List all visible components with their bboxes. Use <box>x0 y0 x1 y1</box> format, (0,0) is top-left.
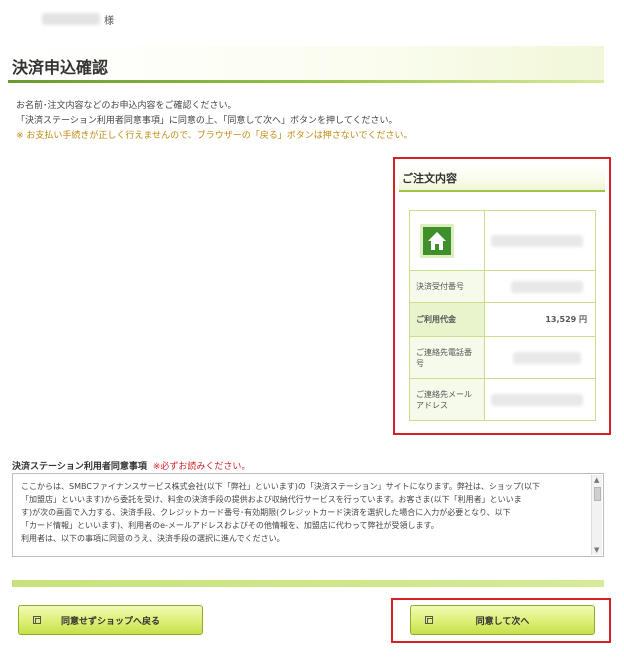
intro-line-1: お名前･注文内容などのお申込内容をご確認ください。 <box>16 101 237 111</box>
receipt-number-row: 決済受付番号 <box>409 270 596 303</box>
page-title-bar: 決済申込確認 <box>8 46 604 82</box>
terms-scrollbar[interactable]: ▲ ▼ <box>591 475 602 555</box>
phone-row: ご連絡先電話番号 <box>409 336 596 379</box>
order-summary-header: ご注文内容 <box>399 164 605 192</box>
order-summary-title: ご注文内容 <box>402 172 457 185</box>
button-square-icon <box>425 616 433 624</box>
must-read-note: ※必ずお読みください。 <box>152 462 251 472</box>
terms-line: 利用者は、以下の事項に同意のうえ、決済手段の選択に進んでください。 <box>21 534 285 543</box>
email-value <box>484 378 596 421</box>
title-underline <box>8 80 604 83</box>
bottom-divider <box>12 580 604 587</box>
user-name-redacted <box>42 13 100 25</box>
amount-label: ご利用代金 <box>409 302 485 337</box>
agreement-title: 決済ステーション利用者同意事項 <box>12 462 147 472</box>
user-name-area: 様 <box>42 11 114 27</box>
receipt-number-redacted <box>511 280 583 293</box>
page-title: 決済申込確認 <box>12 58 109 77</box>
shop-logo-cell <box>409 210 485 271</box>
terms-line: す)が次の画面で入力する、決済手段、クレジットカード番号･有効期限(クレジットカ… <box>21 508 511 517</box>
email-row: ご連絡先メールアドレス <box>409 378 596 421</box>
shop-name-redacted <box>491 234 583 247</box>
intro-text: お名前･注文内容などのお申込内容をご確認ください。 「決済ステーション利用者同意… <box>16 99 413 144</box>
home-icon <box>420 223 454 258</box>
honorific: 様 <box>104 15 114 27</box>
phone-label: ご連絡先電話番号 <box>409 336 485 379</box>
receipt-number-value <box>484 270 596 303</box>
amount-value: 13,529 円 <box>484 302 596 337</box>
scroll-down-icon[interactable]: ▼ <box>594 546 599 554</box>
terms-textbox[interactable]: ここからは、SMBCファイナンスサービス株式会社(以下「弊社」といいます)の「決… <box>12 473 604 557</box>
terms-text: ここからは、SMBCファイナンスサービス株式会社(以下「弊社」といいます)の「決… <box>21 480 586 545</box>
agree-and-next-button[interactable]: 同意して次へ <box>410 605 595 635</box>
agreement-heading: 決済ステーション利用者同意事項 ※必ずお読みください。 <box>12 459 250 472</box>
button-square-icon <box>33 616 41 624</box>
back-button-label: 同意せずショップへ戻る <box>60 616 160 627</box>
back-to-shop-button[interactable]: 同意せずショップへ戻る <box>18 605 203 635</box>
terms-line: ここからは、SMBCファイナンスサービス株式会社(以下「弊社」といいます)の「決… <box>21 482 540 491</box>
email-label: ご連絡先メールアドレス <box>409 378 485 421</box>
back-button-warning: ※ お支払い手続きが正しく行えませんので、ブラウザーの「戻る」ボタンは押さないで… <box>16 131 413 141</box>
next-button-label: 同意して次へ <box>475 616 530 627</box>
amount-row: ご利用代金 13,529 円 <box>409 302 596 337</box>
shop-name-cell <box>484 210 596 271</box>
terms-line: 「カード情報」といいます)、利用者のe-メールアドレスおよびその他情報を、加盟店… <box>21 521 439 530</box>
email-redacted <box>491 393 583 406</box>
scroll-up-icon[interactable]: ▲ <box>594 476 599 484</box>
receipt-number-label: 決済受付番号 <box>409 270 485 303</box>
order-summary-table: 決済受付番号 ご利用代金 13,529 円 ご連絡先電話番号 ご連絡先メールアド… <box>409 210 596 421</box>
intro-line-2: 「決済ステーション利用者同意事項」に同意の上、「同意して次へ」ボタンを押してくだ… <box>16 116 398 126</box>
shop-row <box>409 210 596 271</box>
scroll-thumb[interactable] <box>594 487 601 501</box>
phone-redacted <box>513 351 581 364</box>
terms-line: 「加盟店」といいます)から委託を受け、料金の決済手段の提供および収納代行サービス… <box>21 495 522 504</box>
phone-value <box>484 336 596 379</box>
